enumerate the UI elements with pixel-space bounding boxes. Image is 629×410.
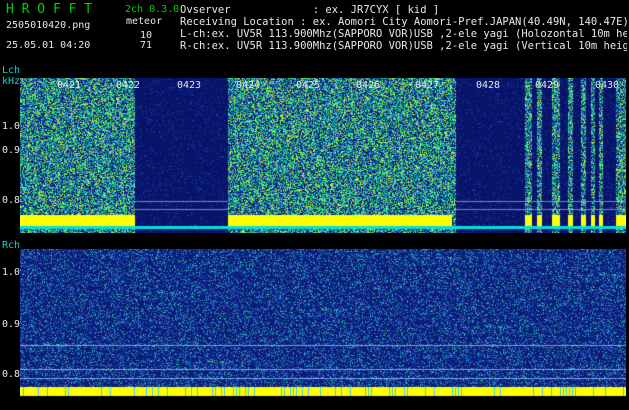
rch-ytick-1-0: 1.0 bbox=[2, 267, 21, 278]
time-label-0425: 0425 bbox=[296, 80, 321, 91]
lch-spectrogram bbox=[20, 78, 626, 233]
lch-info: L-ch:ex. UV5R 113.900Mhz(SAPPORO VOR)USB… bbox=[180, 29, 627, 40]
meteor-label: meteor bbox=[126, 16, 163, 27]
timestamp-label: 25.05.01 04:20 bbox=[6, 40, 91, 51]
lch-unit-label: kHz bbox=[2, 76, 21, 87]
time-label-0426: 0426 bbox=[356, 80, 381, 91]
rch-channel-label: Rch bbox=[2, 240, 21, 251]
time-label-0430: 0430 bbox=[595, 80, 620, 91]
rch-info: R-ch:ex. UV5R 113.900Mhz(SAPPORO VOR)USB… bbox=[180, 41, 627, 52]
lch-ytick-1-0: 1.0 bbox=[2, 121, 21, 132]
time-label-0429: 0429 bbox=[535, 80, 560, 91]
time-label-0424: 0424 bbox=[236, 80, 261, 91]
time-label-0422: 0422 bbox=[116, 80, 141, 91]
filename-label: 2505010420.png bbox=[6, 20, 91, 31]
lch-channel-label: Lch bbox=[2, 65, 21, 76]
lch-ytick-0-8: 0.8 bbox=[2, 195, 21, 206]
rch-spectrogram-canvas bbox=[20, 249, 626, 401]
time-label-0427: 0427 bbox=[415, 80, 440, 91]
rch-ytick-0-8: 0.8 bbox=[2, 369, 21, 380]
time-label-0428: 0428 bbox=[476, 80, 501, 91]
lch-ytick-0-9: 0.9 bbox=[2, 145, 21, 156]
lch-spectrogram-canvas bbox=[20, 78, 626, 233]
mode-label: 2ch 0.3.0 bbox=[125, 4, 180, 15]
app-title: H R O F F T bbox=[6, 2, 93, 17]
rch-spectrogram bbox=[20, 249, 626, 401]
time-label-0423: 0423 bbox=[177, 80, 202, 91]
time-label-0421: 0421 bbox=[57, 80, 82, 91]
observer-info: Ovserver : ex. JR7CYX [ kid ] bbox=[180, 4, 440, 16]
rch-ytick-0-9: 0.9 bbox=[2, 319, 21, 330]
location-info: Receiving Location : ex. Aomori City Aom… bbox=[180, 16, 629, 28]
meteor-count-rch: 71 bbox=[140, 40, 153, 51]
